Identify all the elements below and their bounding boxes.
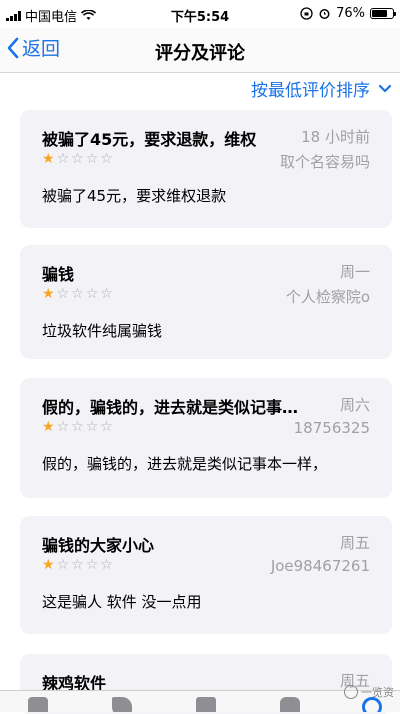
star-rating: ★ ☆ ☆ ☆ ☆ <box>42 420 113 434</box>
review-date: 周一 <box>339 263 370 281</box>
review-title: 骗钱的大家小心 <box>42 536 155 555</box>
review-author: 18756325 <box>293 419 370 437</box>
star-empty-icon: ☆ <box>100 419 113 435</box>
star-empty-icon: ☆ <box>56 419 70 435</box>
tab-bar <box>0 690 400 712</box>
star-rating: ★ ☆ ☆ ☆ ☆ <box>42 152 113 166</box>
review-card[interactable]: 骗钱的大家小心 周五 ★ ☆ ☆ ☆ ☆ Joe98467261 这是骗人 软件 没一点… <box>20 516 392 634</box>
review-body: 被骗了45元，要求维权退款 <box>42 187 227 205</box>
battery-percent: 76% <box>336 6 365 21</box>
watermark-logo-icon <box>344 685 358 699</box>
review-title: 被骗了45元，要求退款，维权 <box>42 130 257 149</box>
review-body: 假的，骗钱的，进去就是类似记事本一样， <box>42 455 328 473</box>
star-empty-icon: ☆ <box>71 286 84 302</box>
star-empty-icon: ☆ <box>56 151 70 167</box>
star-empty-icon: ☆ <box>100 151 113 167</box>
star-empty-icon: ☆ <box>100 557 113 573</box>
star-empty-icon: ☆ <box>100 286 113 302</box>
tab-today-icon[interactable] <box>28 697 48 712</box>
navigation-bar: 返回 评分及评论 <box>0 28 400 73</box>
review-date: 周五 <box>339 534 370 552</box>
tab-updates-icon[interactable] <box>280 697 300 712</box>
review-title: 假的，骗钱的，进去就是类似记事… <box>42 398 299 417</box>
star-filled-icon: ★ <box>42 419 55 435</box>
review-card[interactable]: 骗钱 周一 ★ ☆ ☆ ☆ ☆ 个人检察院o 垃圾软件纯属骗钱 <box>20 245 392 359</box>
alarm-icon <box>319 9 330 19</box>
review-body: 垃圾软件纯属骗钱 <box>42 322 163 340</box>
review-date: 周六 <box>339 396 370 414</box>
sort-dropdown[interactable]: 按最低评价排序 <box>251 76 392 101</box>
review-author: 个人检察院o <box>285 288 370 306</box>
review-body: 这是骗人 软件 没一点用 <box>42 593 202 611</box>
star-rating: ★ ☆ ☆ ☆ ☆ <box>42 287 113 301</box>
star-empty-icon: ☆ <box>56 286 70 302</box>
rotation-lock-icon <box>300 7 313 20</box>
star-filled-icon: ★ <box>42 151 55 167</box>
status-bar: 中国电信 下午5:54 76% <box>0 0 400 28</box>
star-empty-icon: ☆ <box>85 557 99 573</box>
tab-apps-icon[interactable] <box>196 697 216 712</box>
sort-label: 按最低评价排序 <box>251 81 370 101</box>
star-empty-icon: ☆ <box>85 419 99 435</box>
battery-icon <box>370 8 396 19</box>
review-author: 取个名容易吗 <box>279 153 370 171</box>
star-rating: ★ ☆ ☆ ☆ ☆ <box>42 558 113 572</box>
star-empty-icon: ☆ <box>71 557 84 573</box>
star-empty-icon: ☆ <box>85 286 99 302</box>
review-title: 骗钱 <box>42 265 75 284</box>
page-title: 评分及评论 <box>155 43 245 64</box>
tab-games-icon[interactable] <box>112 697 132 712</box>
star-filled-icon: ★ <box>42 557 55 573</box>
star-empty-icon: ☆ <box>85 151 99 167</box>
star-empty-icon: ☆ <box>71 419 84 435</box>
review-author: Joe98467261 <box>270 557 370 575</box>
star-empty-icon: ☆ <box>71 151 84 167</box>
watermark: 一览资 <box>344 684 394 700</box>
watermark-text: 一览资 <box>361 686 394 699</box>
review-card[interactable]: 假的，骗钱的，进去就是类似记事… 周六 ★ ☆ ☆ ☆ ☆ 18756325 假的，骗钱… <box>20 378 392 498</box>
star-empty-icon: ☆ <box>56 557 70 573</box>
review-card[interactable]: 被骗了45元，要求退款，维权 18 小时前 ★ ☆ ☆ ☆ ☆ 取个名容易吗 被骗了45… <box>20 110 392 228</box>
chevron-down-icon <box>378 84 392 92</box>
star-filled-icon: ★ <box>42 286 55 302</box>
review-date: 18 小时前 <box>301 128 370 146</box>
